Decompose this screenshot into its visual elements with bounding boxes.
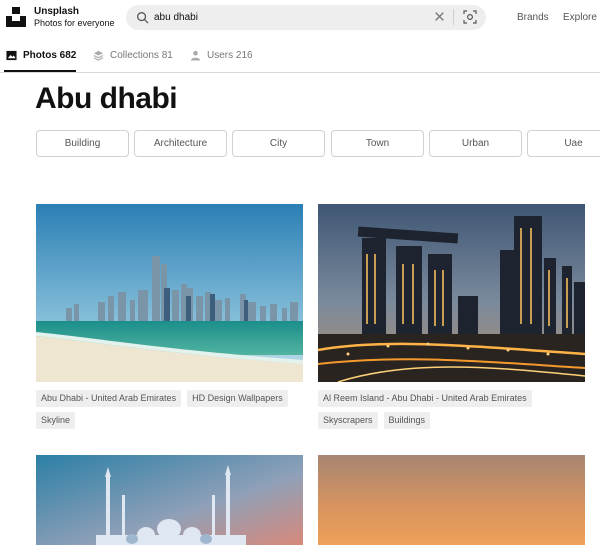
related-tags: Building Architecture City Town Urban Ua… (0, 130, 600, 158)
brand-tagline: Photos for everyone (34, 18, 115, 28)
tab-collections-label: Collections 81 (110, 50, 173, 61)
tab-photos-label: Photos 682 (23, 50, 77, 61)
top-bar: Unsplash Photos for everyone Brands Expl… (0, 0, 600, 36)
nav-explore-link[interactable]: Explore (563, 12, 597, 23)
search-divider (453, 9, 454, 25)
related-tag-architecture[interactable]: Architecture (134, 130, 227, 157)
search-input[interactable] (154, 9, 404, 26)
tab-users[interactable]: Users 216 (190, 50, 253, 61)
nav-brands-link[interactable]: Brands (517, 12, 549, 23)
photo-card-sunset[interactable] (318, 455, 585, 545)
tab-users-label: Users 216 (207, 50, 253, 61)
photo-card-abu-dhabi-skyline[interactable] (36, 204, 303, 382)
clear-search-icon[interactable] (434, 11, 445, 22)
related-tag-urban[interactable]: Urban (429, 130, 522, 157)
photo-tags: Al Reem Island - Abu Dhabi - United Arab… (318, 390, 585, 429)
search-icon[interactable] (136, 11, 149, 24)
users-icon (190, 50, 201, 61)
related-tag-city[interactable]: City (232, 130, 325, 157)
photo-tag[interactable]: Skyline (36, 412, 76, 429)
visual-search-icon[interactable] (463, 10, 477, 24)
unsplash-logo-icon[interactable] (6, 7, 26, 27)
brand[interactable]: Unsplash Photos for everyone (34, 7, 115, 28)
photo-tag[interactable]: Skyscrapers (318, 412, 378, 429)
tab-photos[interactable]: Photos 682 (6, 50, 76, 61)
related-tag-town[interactable]: Town (331, 130, 424, 157)
search-bar[interactable] (126, 5, 486, 30)
photo-icon (6, 50, 17, 61)
collections-icon (93, 50, 104, 61)
photo-image (36, 455, 303, 545)
photo-tag[interactable]: Abu Dhabi - United Arab Emirates (36, 390, 182, 407)
photo-tag[interactable]: HD Design Wallpapers (187, 390, 288, 407)
photo-tag[interactable]: Buildings (383, 412, 431, 429)
photo-image (36, 204, 303, 382)
related-tag-building[interactable]: Building (36, 130, 129, 157)
photo-card-al-reem-island[interactable] (318, 204, 585, 382)
photo-image (318, 455, 585, 545)
search-tabs: Photos 682 Collections 81 Users 216 (0, 36, 600, 73)
active-tab-indicator (4, 70, 76, 72)
photo-card-mosque[interactable] (36, 455, 303, 545)
photo-tag[interactable]: Al Reem Island - Abu Dhabi - United Arab… (318, 390, 532, 407)
tab-collections[interactable]: Collections 81 (93, 50, 173, 61)
brand-name: Unsplash (34, 6, 80, 17)
page-title: Abu dhabi (35, 82, 178, 115)
related-tag-uae[interactable]: Uae (527, 130, 600, 157)
photo-tags: Abu Dhabi - United Arab Emirates HD Desi… (36, 390, 298, 429)
photo-image (318, 204, 585, 382)
